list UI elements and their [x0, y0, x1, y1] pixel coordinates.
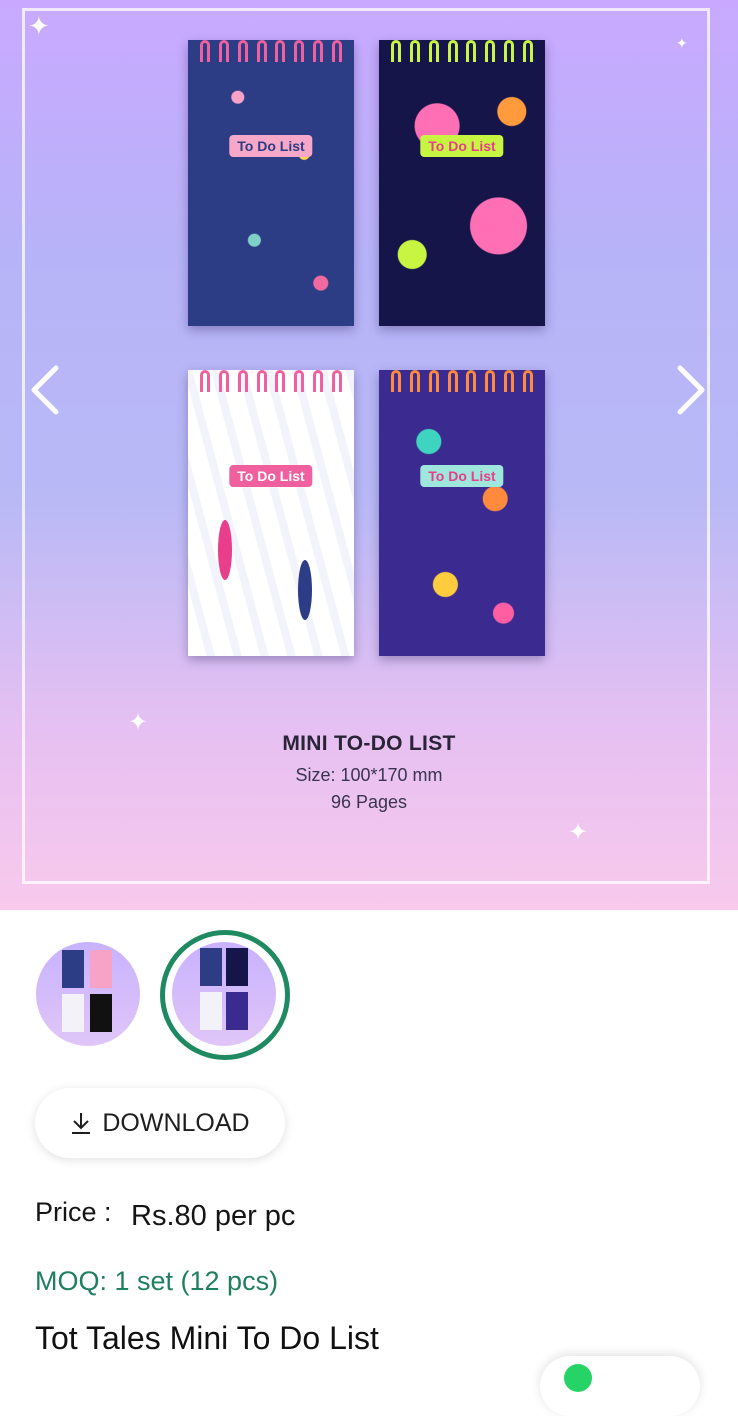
notebook-cover-flowers: To Do List [379, 40, 545, 326]
notebook-cover-cats: To Do List [188, 40, 354, 326]
next-image-button[interactable] [670, 362, 710, 418]
price-label: Price : [35, 1197, 112, 1227]
notebook-cover-dinosaurs: To Do List [379, 370, 545, 656]
thumbnail-2[interactable] [172, 942, 276, 1046]
download-label: DOWNLOAD [102, 1108, 250, 1137]
download-button[interactable]: DOWNLOAD [35, 1088, 285, 1158]
chevron-right-icon [677, 365, 705, 415]
image-caption-title: MINI TO-DO LIST [282, 732, 456, 755]
moq-text: MOQ: 1 set (12 pcs) [35, 1266, 279, 1296]
previous-image-button[interactable] [26, 362, 66, 418]
product-image-hero: ✦ ✦ ✦ ✦ To Do List To Do List To Do List [0, 0, 738, 910]
sparkle-icon: ✦ [28, 12, 50, 42]
sparkle-icon: ✦ [568, 818, 589, 846]
notebook-cover-feathers: To Do List [188, 370, 354, 656]
download-icon [72, 1113, 91, 1134]
price-value: Rs.80 per pc [131, 1200, 296, 1232]
image-caption-size: Size: 100*170 mm [295, 765, 443, 785]
chat-icon [564, 1364, 592, 1392]
chat-button[interactable] [540, 1356, 700, 1416]
chevron-left-icon [31, 365, 59, 415]
sparkle-icon: ✦ [676, 36, 688, 52]
notebook-label: To Do List [420, 135, 504, 157]
image-caption-pages: 96 Pages [330, 792, 408, 812]
notebook-label: To Do List [420, 465, 504, 487]
product-title: Tot Tales Mini To Do List [35, 1320, 379, 1356]
notebook-label: To Do List [229, 465, 313, 487]
notebook-label: To Do List [229, 135, 313, 157]
thumbnail-1[interactable] [36, 942, 140, 1046]
